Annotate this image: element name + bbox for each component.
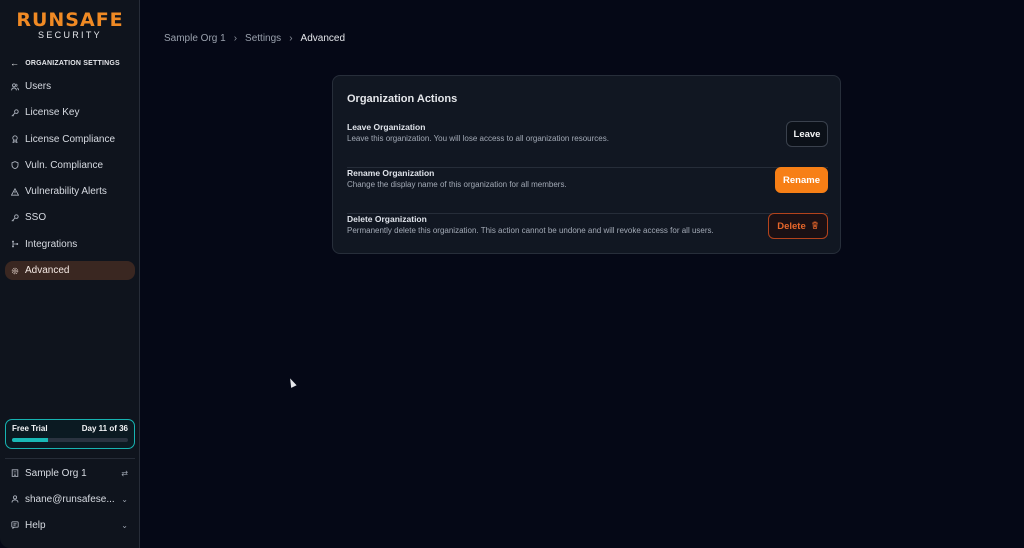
app: RUNSAFE SECURITY ← ORGANIZATION SETTINGS…: [0, 0, 1024, 548]
breadcrumb: Sample Org 1 › Settings › Advanced: [164, 31, 345, 45]
sidebar-item-sso[interactable]: SSO: [5, 208, 135, 227]
row-description: Leave this organization. You will lose a…: [347, 134, 609, 143]
rename-organization-row: Rename Organization Change the display n…: [347, 167, 828, 214]
delete-organization-row: Delete Organization Permanently delete t…: [347, 213, 828, 260]
mouse-cursor: [287, 377, 297, 388]
trial-label: Free Trial: [12, 424, 48, 433]
switch-icon: ⇄: [121, 468, 128, 478]
help-menu[interactable]: Help ⌄: [5, 516, 135, 534]
user-email: shane@runsafese...: [25, 493, 115, 505]
rename-button-label: Rename: [783, 174, 820, 186]
leave-organization-row: Leave Organization Leave this organizati…: [347, 121, 828, 168]
chevron-down-icon: ⌄: [121, 494, 128, 504]
logo: RUNSAFE SECURITY: [0, 10, 140, 40]
rename-button[interactable]: Rename: [775, 167, 828, 193]
gear-icon: [11, 267, 19, 275]
logo-sub: SECURITY: [38, 30, 102, 40]
logo-main: RUNSAFE: [16, 9, 124, 31]
key-icon: [11, 214, 19, 222]
org-switcher[interactable]: Sample Org 1 ⇄: [5, 464, 135, 482]
sidebar-item-label: SSO: [25, 212, 47, 224]
help-icon: [11, 521, 19, 529]
key-icon: [11, 109, 19, 117]
card-title: Organization Actions: [347, 93, 458, 105]
alert-icon: [11, 187, 19, 196]
users-icon: [11, 82, 19, 91]
row-title: Rename Organization: [347, 168, 435, 178]
user-icon: [11, 495, 19, 503]
sidebar-item-license-key[interactable]: License Key: [5, 103, 135, 122]
sidebar-item-integrations[interactable]: Integrations: [5, 235, 135, 254]
sidebar-item-advanced[interactable]: Advanced: [5, 261, 135, 281]
trial-progress-bar: [12, 438, 128, 442]
sidebar-divider: [5, 458, 135, 459]
compliance-icon: [11, 135, 19, 144]
row-title: Leave Organization: [347, 122, 426, 132]
row-description: Change the display name of this organiza…: [347, 180, 567, 189]
free-trial-card: Free Trial Day 11 of 36: [5, 419, 135, 449]
chevron-right-icon: ›: [289, 32, 293, 44]
sidebar-item-label: License Compliance: [25, 133, 116, 145]
section-title: ORGANIZATION SETTINGS: [25, 59, 120, 67]
breadcrumb-org[interactable]: Sample Org 1: [164, 33, 226, 44]
sidebar-item-label: Vulnerability Alerts: [25, 186, 107, 198]
sidebar-item-label: License Key: [25, 107, 80, 119]
delete-button[interactable]: Delete: [768, 213, 828, 239]
chevron-right-icon: ›: [233, 32, 238, 44]
trial-day-count: Day 11 of 36: [81, 424, 128, 433]
sidebar-item-vuln-compliance[interactable]: Vuln. Compliance: [5, 156, 135, 175]
building-icon: [11, 469, 19, 477]
sidebar-item-label: Advanced: [25, 265, 70, 277]
delete-button-label: Delete: [777, 220, 806, 232]
row-title: Delete Organization: [347, 214, 427, 224]
breadcrumb-current: Advanced: [300, 32, 346, 44]
trash-icon: [811, 221, 819, 232]
arrow-left-icon: ←: [10, 58, 20, 68]
sidebar-item-license-compliance[interactable]: License Compliance: [5, 130, 135, 149]
row-description: Permanently delete this organization. Th…: [347, 226, 714, 235]
leave-button[interactable]: Leave: [786, 121, 828, 147]
sidebar-item-vulnerability-alerts[interactable]: Vulnerability Alerts: [5, 182, 135, 201]
organization-actions-card: Organization Actions Leave Organization …: [332, 75, 841, 254]
org-name: Sample Org 1: [25, 467, 87, 479]
git-icon: [11, 240, 19, 248]
shield-icon: [11, 161, 19, 170]
user-menu[interactable]: shane@runsafese... ⌄: [5, 490, 135, 508]
sidebar-item-label: Vuln. Compliance: [25, 159, 104, 171]
sidebar-item-label: Users: [25, 81, 52, 92]
sidebar-item-label: Integrations: [25, 238, 78, 250]
sidebar: RUNSAFE SECURITY ← ORGANIZATION SETTINGS…: [0, 0, 140, 548]
back-to-settings[interactable]: ← ORGANIZATION SETTINGS: [10, 57, 120, 69]
help-label: Help: [25, 519, 46, 531]
trial-progress-fill: [12, 438, 48, 442]
chevron-down-icon: ⌄: [121, 520, 128, 530]
sidebar-nav: Users License Key License Compliance Vul…: [5, 77, 135, 287]
breadcrumb-settings[interactable]: Settings: [245, 33, 281, 44]
sidebar-item-users[interactable]: Users: [5, 77, 135, 96]
leave-button-label: Leave: [793, 128, 821, 140]
